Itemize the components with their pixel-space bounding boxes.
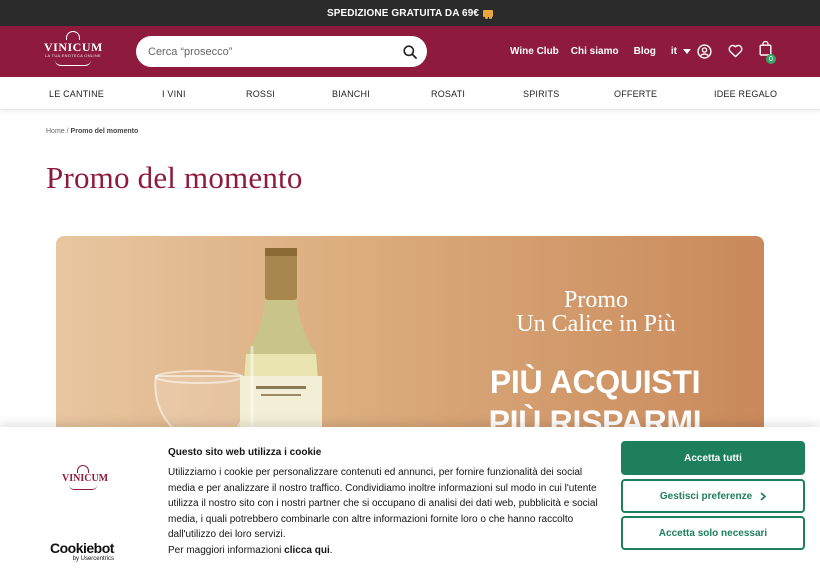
shipping-announcement-bar: SPEDIZIONE GRATUITA DA 69€ — [0, 0, 820, 26]
crest-icon — [66, 31, 80, 40]
cookie-title: Questo sito web utilizza i cookie — [168, 447, 322, 458]
cookie-more-link[interactable]: clicca qui — [284, 545, 330, 556]
nav-blog[interactable]: Blog — [634, 46, 656, 57]
header-icons: 0 — [697, 40, 776, 64]
truck-icon — [483, 9, 494, 19]
breadcrumb-current: Promo del momento — [70, 128, 139, 135]
crest-icon — [77, 465, 89, 473]
cookiebot-logo[interactable]: Cookiebot by Usercentrics — [50, 541, 114, 563]
vinicum-logo[interactable]: VINICUM LA TUA ENOTECA ONLINE — [44, 31, 102, 73]
breadcrumb: Home / Promo del momento — [46, 128, 138, 135]
category-i-vini[interactable]: I VINI — [162, 89, 186, 99]
promo-banner[interactable]: Promo Un Calice in Più PIÙ ACQUISTI PIÙ … — [56, 236, 764, 436]
search-input[interactable] — [148, 45, 403, 58]
category-idee-regalo[interactable]: IDEE REGALO — [714, 89, 777, 99]
cookiebot-by: by Usercentrics — [72, 556, 114, 562]
header-nav: Wine Club Chi siamo Blog it — [510, 26, 691, 77]
cookie-logo-name: VINICUM — [62, 473, 109, 484]
cookie-text: Utilizziamo i cookie per personalizzare … — [168, 465, 604, 558]
cart-count-badge: 0 — [766, 54, 776, 64]
page-title: Promo del momento — [46, 160, 303, 195]
promo-subtitle: Un Calice in Più — [516, 311, 676, 337]
nav-wine-club[interactable]: Wine Club — [510, 46, 559, 57]
language-selector[interactable]: it — [671, 46, 691, 57]
promo-title: Promo — [563, 287, 628, 313]
logo-name: VINICUM — [44, 40, 103, 54]
accept-necessary-label: Accetta solo necessari — [658, 527, 768, 539]
cookie-banner-logo: VINICUM — [62, 465, 109, 501]
search-icon[interactable] — [403, 44, 417, 59]
category-spirits[interactable]: SPIRITS — [523, 89, 559, 99]
main-header: VINICUM LA TUA ENOTECA ONLINE Wine Club … — [0, 26, 820, 77]
chevron-down-icon — [682, 49, 691, 54]
category-rosati[interactable]: ROSATI — [431, 89, 465, 99]
accept-all-button[interactable]: Accetta tutti — [621, 441, 805, 475]
nav-chi-siamo[interactable]: Chi siamo — [571, 46, 619, 57]
manage-preferences-label: Gestisci preferenze — [659, 490, 753, 502]
category-offerte[interactable]: OFFERTE — [614, 89, 657, 99]
cookie-consent-banner: VINICUM Cookiebot by Usercentrics Questo… — [0, 427, 820, 577]
cookiebot-brand: Cookiebot — [50, 540, 114, 556]
shipping-text: SPEDIZIONE GRATUITA DA 69€ — [326, 7, 480, 19]
logo-tagline: LA TUA ENOTECA ONLINE — [44, 53, 102, 58]
accept-all-label: Accetta tutti — [684, 452, 742, 464]
heart-icon[interactable] — [728, 44, 743, 58]
flourish-icon — [69, 485, 97, 490]
category-bianchi[interactable]: BIANCHI — [332, 89, 370, 99]
manage-preferences-button[interactable]: Gestisci preferenze — [621, 479, 805, 513]
accept-necessary-button[interactable]: Accetta solo necessari — [621, 516, 805, 550]
chevron-right-icon — [760, 491, 767, 501]
category-nav: LE CANTINE I VINI ROSSI BIANCHI ROSATI S… — [0, 77, 820, 110]
cookie-more-suffix: . — [329, 544, 333, 556]
account-icon[interactable] — [697, 43, 712, 59]
cookie-more-prefix: Per maggiori informazioni — [168, 544, 282, 556]
category-rossi[interactable]: ROSSI — [246, 89, 275, 99]
language-label: it — [670, 46, 677, 57]
search-bar — [136, 36, 427, 67]
breadcrumb-separator: / — [66, 128, 69, 135]
category-le-cantine[interactable]: LE CANTINE — [49, 89, 104, 99]
promo-headline-1: PIÙ ACQUISTI — [489, 364, 701, 400]
wine-bottle-image — [154, 248, 322, 436]
breadcrumb-home[interactable]: Home — [46, 128, 65, 135]
flourish-icon — [55, 60, 91, 66]
cookie-body: Utilizziamo i cookie per personalizzare … — [168, 467, 598, 540]
cart-button[interactable]: 0 — [759, 40, 776, 64]
